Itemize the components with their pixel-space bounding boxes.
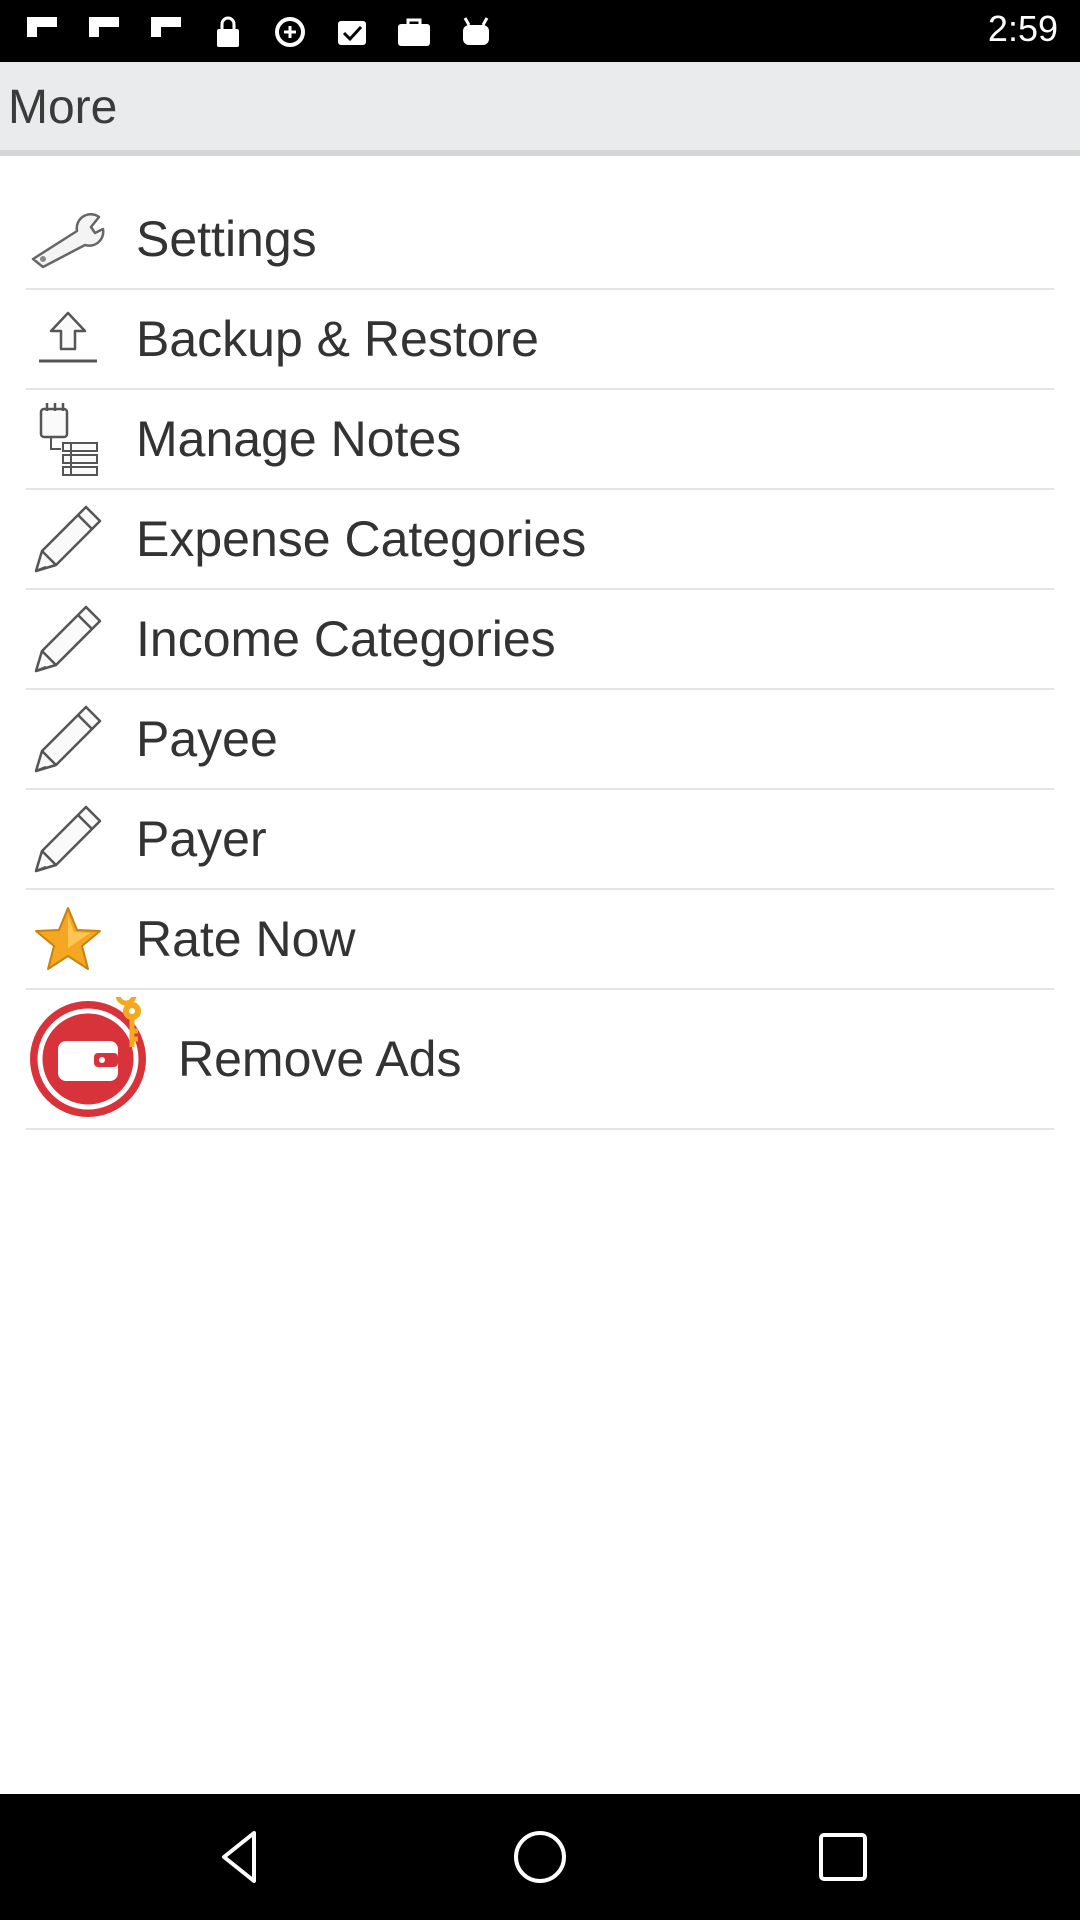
pencil-icon bbox=[28, 499, 108, 579]
more-menu-list: Settings Backup & Restore Manage Notes E… bbox=[26, 190, 1054, 1130]
menu-item-label: Remove Ads bbox=[178, 1031, 462, 1087]
menu-item-remove-ads[interactable]: Remove Ads bbox=[26, 990, 1054, 1130]
menu-item-label: Expense Categories bbox=[136, 511, 587, 567]
menu-item-manage-notes[interactable]: Manage Notes bbox=[26, 390, 1054, 490]
menu-item-label: Backup & Restore bbox=[136, 311, 539, 367]
pencil-icon bbox=[28, 599, 108, 679]
briefcase-icon bbox=[394, 12, 434, 52]
menu-item-label: Income Categories bbox=[136, 611, 556, 667]
menu-item-rate-now[interactable]: Rate Now bbox=[26, 890, 1054, 990]
pencil-icon bbox=[28, 799, 108, 879]
flipboard-icon bbox=[84, 12, 124, 52]
status-bar: 2:59 bbox=[0, 0, 1080, 62]
app-header: More bbox=[0, 62, 1080, 156]
pencil-icon bbox=[28, 699, 108, 779]
back-icon[interactable] bbox=[210, 1827, 270, 1887]
menu-item-income-categories[interactable]: Income Categories bbox=[26, 590, 1054, 690]
menu-item-expense-categories[interactable]: Expense Categories bbox=[26, 490, 1054, 590]
menu-item-label: Payer bbox=[136, 811, 267, 867]
wrench-icon bbox=[28, 199, 108, 279]
status-time: 2:59 bbox=[987, 8, 1058, 49]
menu-item-label: Settings bbox=[136, 211, 317, 267]
flipboard-icon bbox=[22, 12, 62, 52]
menu-item-settings[interactable]: Settings bbox=[26, 190, 1054, 290]
menu-item-label: Manage Notes bbox=[136, 411, 462, 467]
menu-item-payee[interactable]: Payee bbox=[26, 690, 1054, 790]
navigation-bar bbox=[0, 1794, 1080, 1920]
star-icon bbox=[28, 899, 108, 979]
status-icons bbox=[22, 12, 496, 52]
upload-icon bbox=[28, 299, 108, 379]
recents-icon[interactable] bbox=[813, 1827, 873, 1887]
lock-icon bbox=[208, 12, 248, 52]
menu-item-backup-restore[interactable]: Backup & Restore bbox=[26, 290, 1054, 390]
page-title: More bbox=[8, 81, 118, 134]
flipboard-icon bbox=[146, 12, 186, 52]
wallet-key-icon bbox=[26, 995, 154, 1123]
notes-icon bbox=[28, 399, 108, 479]
home-icon[interactable] bbox=[510, 1827, 570, 1887]
data-saver-icon bbox=[270, 12, 310, 52]
menu-item-label: Payee bbox=[136, 711, 278, 767]
checkbox-icon bbox=[332, 12, 372, 52]
menu-item-payer[interactable]: Payer bbox=[26, 790, 1054, 890]
android-icon bbox=[456, 12, 496, 52]
menu-item-label: Rate Now bbox=[136, 911, 356, 967]
